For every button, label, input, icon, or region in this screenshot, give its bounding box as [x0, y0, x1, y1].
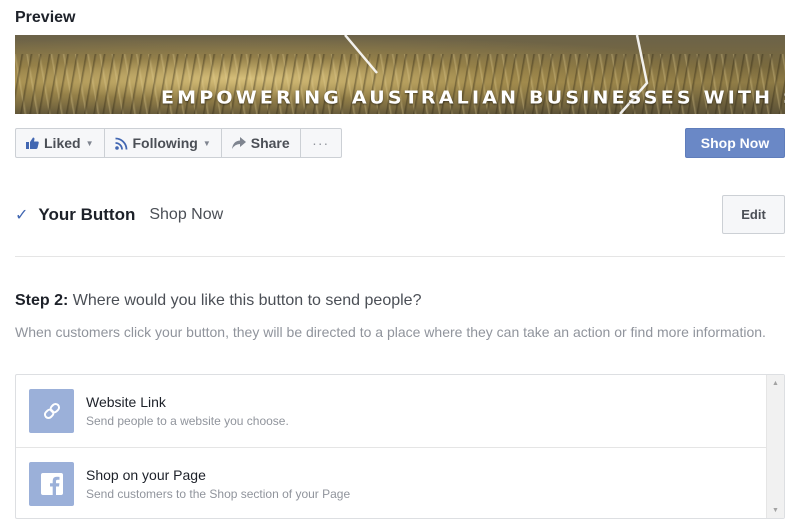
thumbs-up-icon	[26, 137, 39, 149]
share-arrow-icon	[231, 137, 246, 149]
scroll-up-arrow-icon[interactable]: ▲	[767, 375, 784, 391]
step-2-label: Step 2:	[15, 292, 69, 309]
chevron-down-icon: ▼	[85, 138, 94, 148]
following-button[interactable]: Following ▼	[105, 129, 222, 157]
option-subtitle: Send people to a website you choose.	[86, 414, 289, 428]
cover-tagline: EMPOWERING AUSTRALIAN BUSINESSES WITH SE…	[161, 87, 785, 109]
facebook-icon	[29, 461, 74, 506]
liked-label: Liked	[44, 135, 81, 151]
option-website-link[interactable]: Website Link Send people to a website yo…	[16, 375, 767, 447]
option-subtitle: Send customers to the Shop section of yo…	[86, 486, 351, 501]
cover-photo: EMPOWERING AUSTRALIAN BUSINESSES WITH SE…	[15, 35, 785, 114]
page-action-bar: Liked ▼ Following ▼ Share ···	[15, 128, 342, 158]
your-button-summary: ✓ Your Button Shop Now	[15, 205, 223, 225]
chevron-down-icon: ▼	[202, 138, 211, 148]
your-button-heading: Your Button	[38, 205, 136, 224]
destination-options-list: Website Link Send people to a website yo…	[15, 374, 785, 519]
following-label: Following	[132, 135, 198, 151]
option-shop-on-page[interactable]: Shop on your Page Send customers to the …	[16, 447, 767, 518]
section-divider	[15, 256, 785, 257]
share-label: Share	[250, 135, 290, 151]
step-2-heading: Step 2: Where would you like this button…	[15, 292, 421, 310]
preview-title: Preview	[15, 9, 76, 26]
rss-icon	[114, 137, 127, 150]
shop-now-button[interactable]: Shop Now	[685, 128, 785, 158]
scroll-down-arrow-icon[interactable]: ▼	[767, 502, 784, 518]
more-options-button[interactable]: ···	[301, 129, 341, 157]
edit-button[interactable]: Edit	[722, 195, 785, 234]
ellipsis-icon: ···	[312, 135, 330, 151]
checkmark-icon: ✓	[15, 207, 29, 224]
option-title: Shop on your Page	[86, 466, 206, 483]
step-2-description: When customers click your button, they w…	[15, 324, 766, 340]
option-title: Website Link	[86, 394, 166, 410]
step-2-question: Where would you like this button to send…	[72, 292, 422, 309]
your-button-value: Shop Now	[149, 206, 224, 223]
list-scrollbar[interactable]: ▲ ▼	[766, 375, 784, 518]
liked-button[interactable]: Liked ▼	[16, 129, 105, 157]
share-button[interactable]: Share	[222, 129, 301, 157]
link-icon	[29, 389, 74, 433]
